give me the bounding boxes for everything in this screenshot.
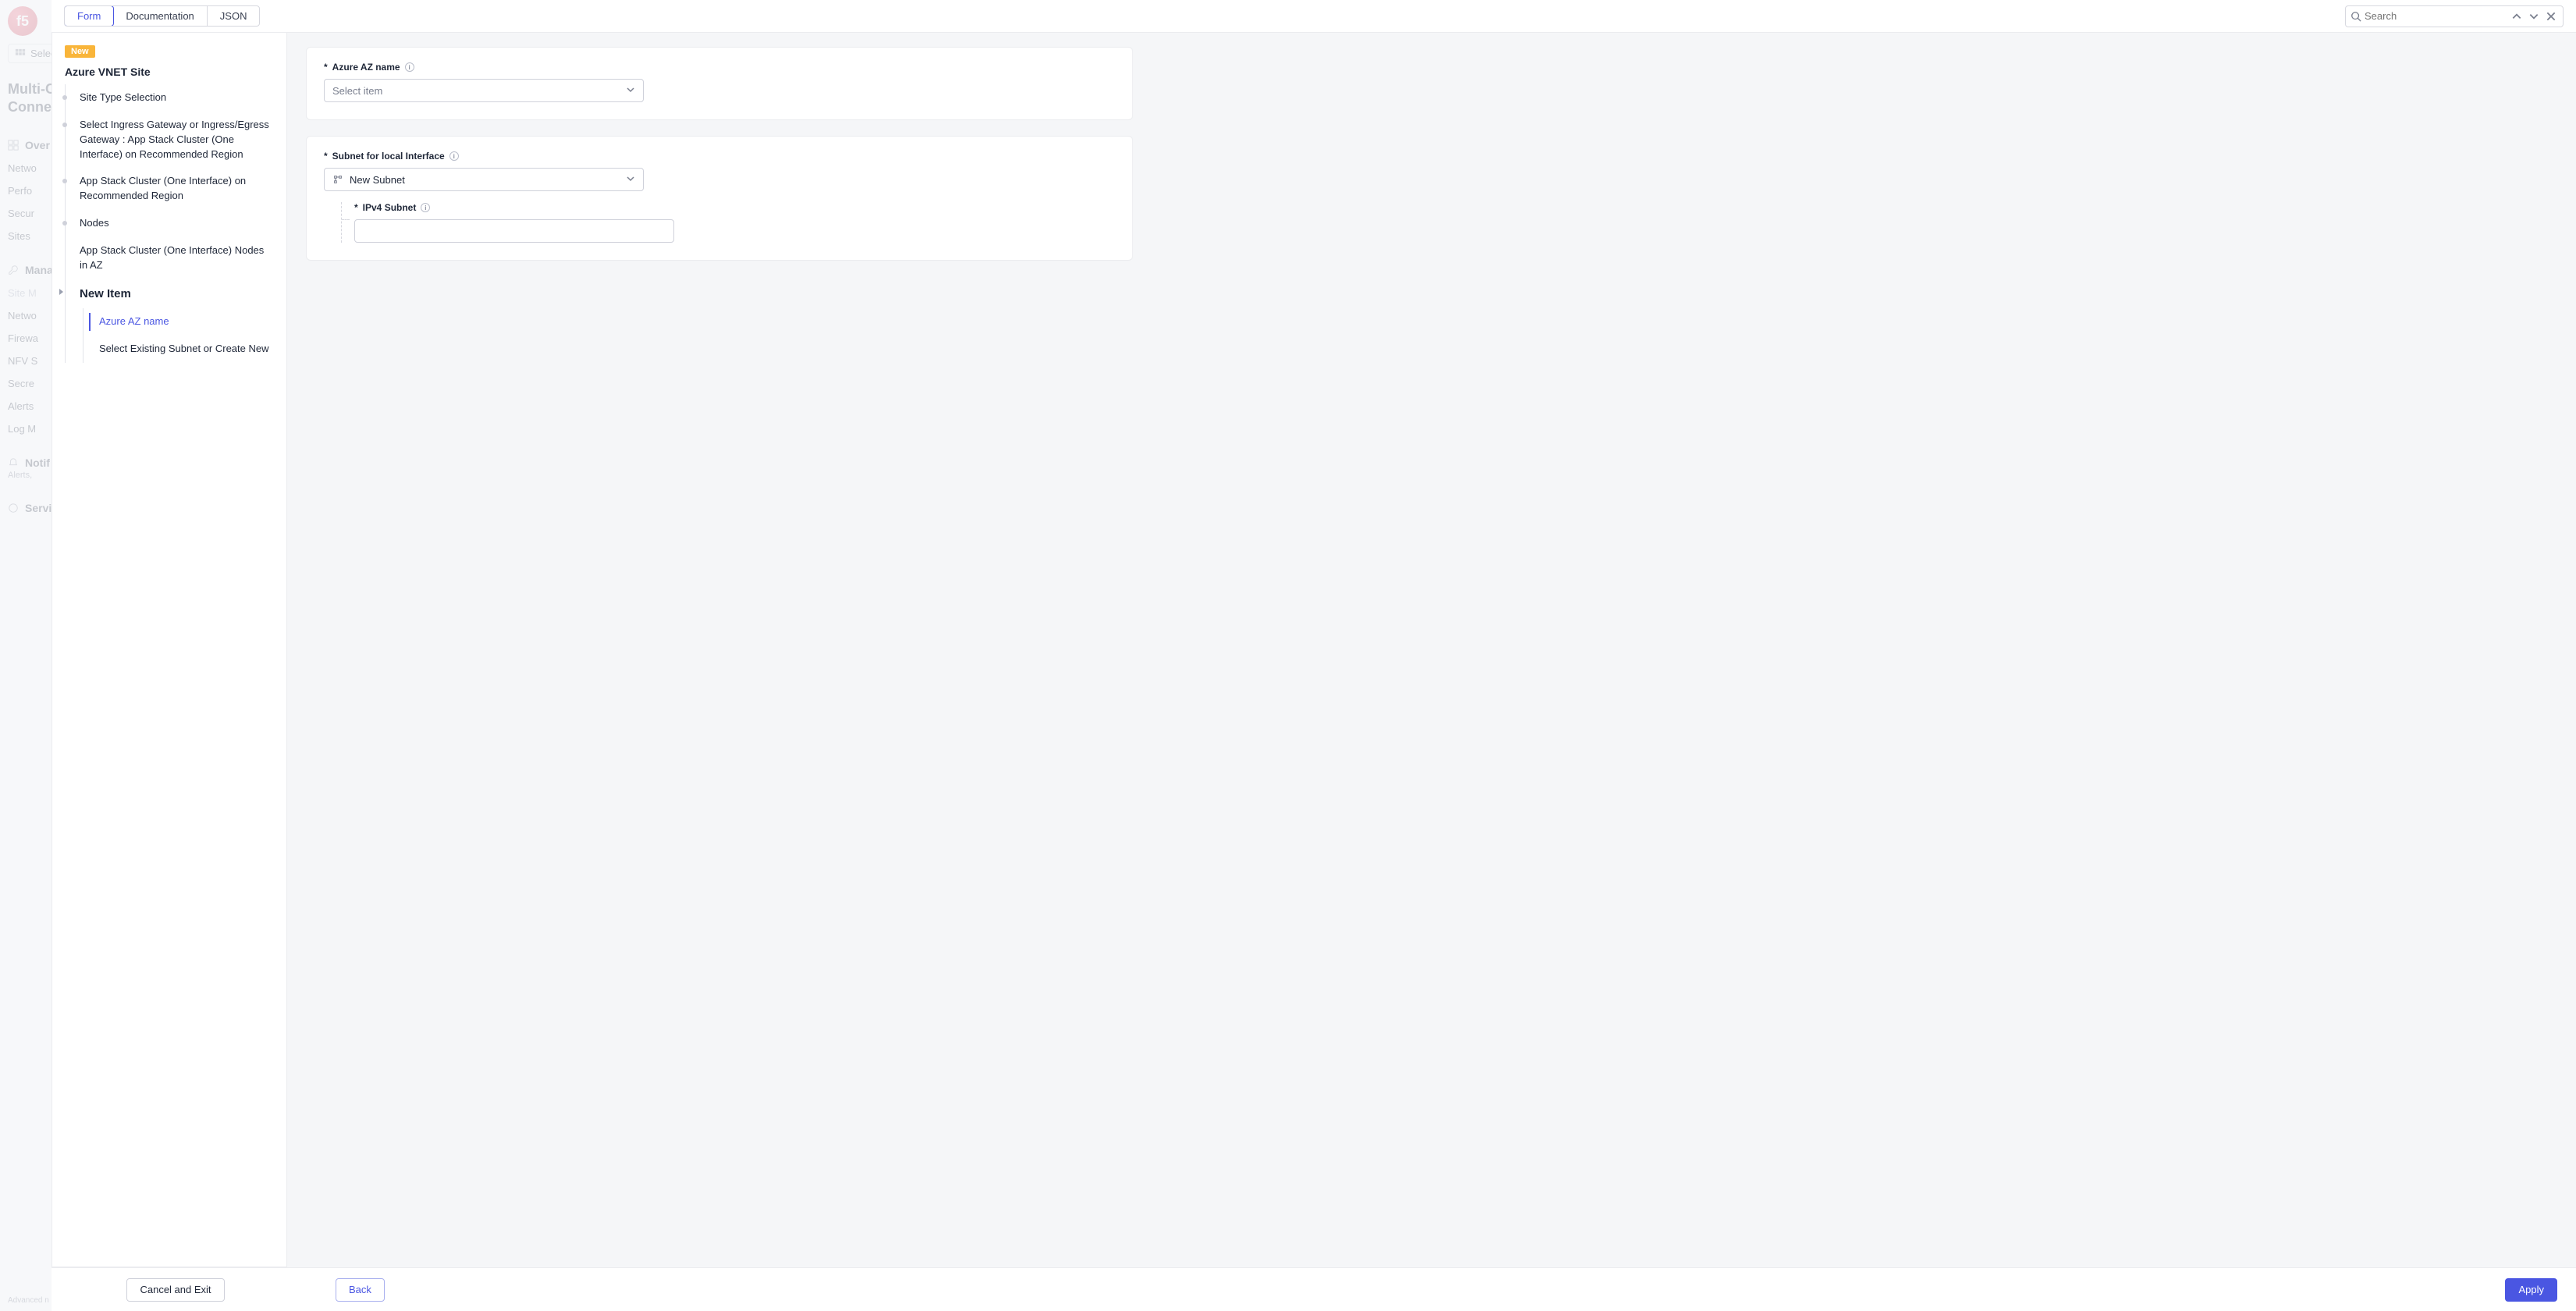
grid-icon <box>15 48 26 59</box>
info-icon[interactable]: i <box>405 62 414 72</box>
subnet-select[interactable]: New Subnet <box>324 168 644 191</box>
nav-item-appstack-region[interactable]: App Stack Cluster (One Interface) on Rec… <box>66 168 286 210</box>
footer-bar: Cancel and Exit Back Apply <box>52 1267 2576 1311</box>
info-icon[interactable]: i <box>449 151 459 161</box>
field-label-ipv4: * IPv4 Subnet i <box>354 202 1115 213</box>
info-icon[interactable]: i <box>421 203 430 212</box>
search-icon <box>2350 11 2361 22</box>
nav-sub-subnet[interactable]: Select Existing Subnet or Create New <box>83 336 286 363</box>
chevron-down-icon <box>626 85 635 97</box>
search-prev-icon[interactable] <box>2510 11 2524 22</box>
field-label-subnet: * Subnet for local Interface i <box>324 151 1115 162</box>
search-clear-icon[interactable] <box>2544 11 2558 22</box>
branch-icon <box>332 174 343 185</box>
form-modal: Form Documentation JSON New Azure VNET S… <box>52 0 2576 1311</box>
nav-tree-panel: New Azure VNET Site Site Type Selection … <box>52 33 287 1267</box>
view-tabset: Form Documentation JSON <box>64 5 260 27</box>
ipv4-subnet-input[interactable] <box>354 219 674 243</box>
nav-tree: Site Type Selection Select Ingress Gatew… <box>65 84 286 363</box>
field-label-az: * Azure AZ name i <box>324 62 1115 73</box>
top-bar: Form Documentation JSON <box>52 0 2576 33</box>
nav-item-new-item[interactable]: New Item <box>66 279 286 309</box>
nav-subtree: Azure AZ name Select Existing Subnet or … <box>83 308 286 363</box>
caret-right-icon <box>59 289 63 295</box>
search-input[interactable] <box>2365 10 2507 22</box>
chevron-down-icon <box>626 174 635 186</box>
form-content: * Azure AZ name i Select item * Subnet f… <box>287 33 2576 1267</box>
search-next-icon[interactable] <box>2527 11 2541 22</box>
card-azure-az-name: * Azure AZ name i Select item <box>306 47 1133 120</box>
dashboard-icon <box>8 140 19 151</box>
select-placeholder: Select item <box>332 85 382 97</box>
new-badge: New <box>65 45 95 58</box>
f5-logo <box>8 6 37 36</box>
nav-item-site-type[interactable]: Site Type Selection <box>66 84 286 112</box>
nav-sub-azure-az-name[interactable]: Azure AZ name <box>83 308 286 336</box>
nav-item-nodes-az[interactable]: App Stack Cluster (One Interface) Nodes … <box>66 237 286 279</box>
cancel-and-exit-button[interactable]: Cancel and Exit <box>126 1278 224 1302</box>
tab-form[interactable]: Form <box>64 5 114 27</box>
advanced-nav-link: Advanced n <box>8 1296 49 1305</box>
nav-item-gateway[interactable]: Select Ingress Gateway or Ingress/Egress… <box>66 112 286 169</box>
nav-item-nodes[interactable]: Nodes <box>66 210 286 237</box>
nested-ipv4: * IPv4 Subnet i <box>341 202 1115 243</box>
tab-documentation[interactable]: Documentation <box>113 6 207 26</box>
back-button[interactable]: Back <box>336 1278 385 1302</box>
select-value: New Subnet <box>350 174 405 186</box>
tab-json[interactable]: JSON <box>208 6 260 26</box>
apply-button[interactable]: Apply <box>2505 1278 2557 1302</box>
wrench-icon <box>8 265 19 275</box>
info-icon <box>8 503 19 513</box>
azure-az-select[interactable]: Select item <box>324 79 644 102</box>
bell-icon <box>8 457 19 468</box>
search-box[interactable] <box>2345 5 2564 27</box>
nav-title: Azure VNET Site <box>65 66 274 78</box>
main-area: New Azure VNET Site Site Type Selection … <box>52 33 2576 1267</box>
card-subnet-local-interface: * Subnet for local Interface i New Subne… <box>306 136 1133 261</box>
